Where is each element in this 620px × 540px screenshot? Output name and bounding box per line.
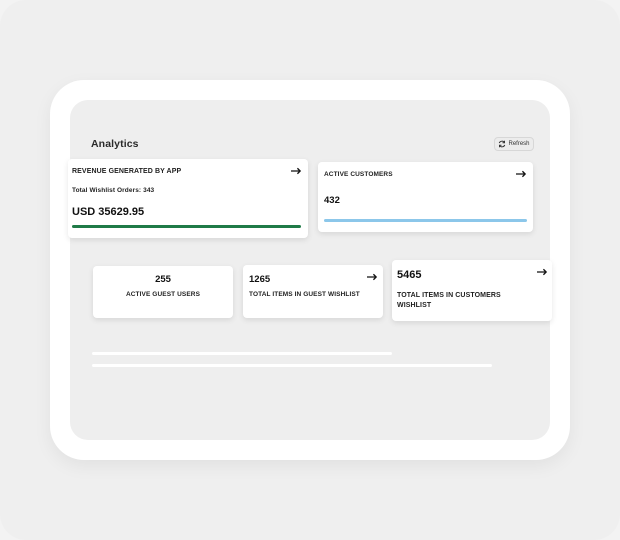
revenue-card-title: REVENUE GENERATED BY APP [72, 168, 182, 175]
active-customers-progress-bar [324, 219, 527, 222]
guest-users-title: ACTIVE GUEST USERS [125, 291, 201, 298]
revenue-card: REVENUE GENERATED BY APP Total Wishlist … [68, 159, 308, 238]
revenue-card-subtitle: Total Wishlist Orders: 343 [72, 187, 155, 194]
active-customers-value: 432 [324, 195, 340, 206]
arrow-right-icon[interactable] [291, 167, 302, 175]
revenue-value: USD 35629.95 [72, 206, 145, 218]
guest-users-card: 255 ACTIVE GUEST USERS [93, 266, 233, 318]
arrow-right-icon[interactable] [367, 273, 378, 281]
guest-wishlist-value: 1265 [249, 274, 271, 285]
skeleton-line [92, 364, 492, 367]
page-title: Analytics [91, 138, 139, 150]
revenue-progress-bar [72, 225, 301, 228]
customers-wishlist-value: 5465 [397, 269, 422, 281]
guest-users-value: 255 [155, 274, 171, 285]
refresh-icon [499, 140, 506, 148]
customers-wishlist-card: 5465 TOTAL ITEMS IN CUSTOMERS WISHLIST [392, 260, 552, 321]
guest-wishlist-title: TOTAL ITEMS IN GUEST WISHLIST [249, 291, 360, 298]
arrow-right-icon[interactable] [516, 170, 527, 178]
active-customers-card: ACTIVE CUSTOMERS 432 [318, 162, 533, 232]
refresh-button[interactable]: Refresh [494, 137, 534, 151]
active-customers-title: ACTIVE CUSTOMERS [324, 171, 393, 178]
refresh-button-label: Refresh [508, 141, 530, 147]
arrow-right-icon[interactable] [537, 268, 548, 276]
skeleton-line [92, 352, 392, 355]
guest-wishlist-card: 1265 TOTAL ITEMS IN GUEST WISHLIST [243, 265, 383, 318]
customers-wishlist-title: TOTAL ITEMS IN CUSTOMERS WISHLIST [397, 292, 501, 309]
